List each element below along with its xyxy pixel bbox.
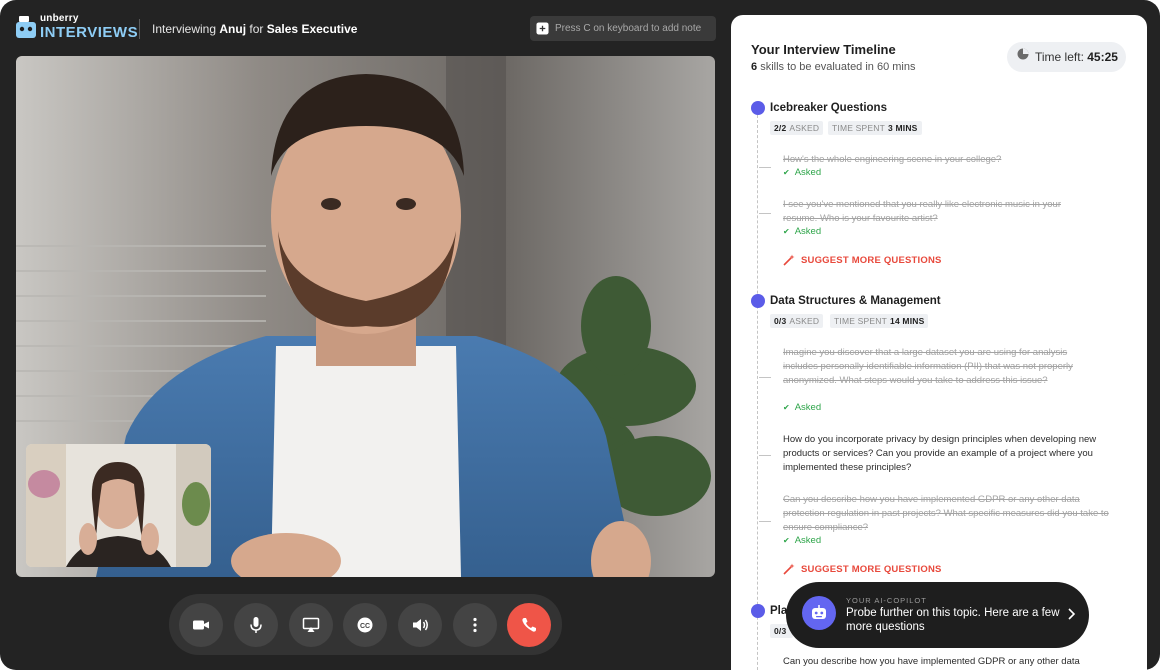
end-call-icon <box>522 618 536 632</box>
suggest-label: SUGGEST MORE QUESTIONS <box>801 563 942 575</box>
microphone-icon <box>250 617 262 633</box>
question-connector <box>759 377 771 378</box>
more-options-button[interactable] <box>453 603 497 647</box>
question-text[interactable]: Imagine you discover that a large datase… <box>783 346 1073 388</box>
screen-share-icon <box>302 617 320 632</box>
section-title[interactable]: Pla <box>770 605 787 617</box>
robot-glyph <box>812 605 826 619</box>
header-divider <box>139 19 140 39</box>
timeline-subtitle: 6 skills to be evaluated in 60 mins <box>751 61 916 73</box>
self-view-video[interactable] <box>26 444 211 567</box>
question-text-current[interactable]: How do you incorporate privacy by design… <box>783 433 1123 475</box>
copilot-label: YOUR AI-COPILOT <box>846 596 927 605</box>
note-hint-text: Press C on keyboard to add note <box>555 23 702 34</box>
question-text[interactable]: Can you describe how you have implemente… <box>783 655 1123 669</box>
asked-badge: 0/3 ASKED <box>770 314 824 328</box>
question-text[interactable]: Can you describe how you have implemente… <box>783 493 1123 535</box>
question-connector <box>759 455 771 456</box>
check-icon: ✔ <box>783 168 790 177</box>
time-spent-label: TIME SPENT <box>834 316 888 326</box>
suggest-label: SUGGEST MORE QUESTIONS <box>801 254 942 266</box>
asked-status-text: Asked <box>794 167 822 178</box>
skills-count: 6 <box>751 61 758 73</box>
camera-button[interactable] <box>179 603 223 647</box>
check-icon: ✔ <box>783 227 790 236</box>
asked-status: ✔ Asked <box>783 402 821 413</box>
captions-button[interactable]: CC <box>343 603 387 647</box>
timeline-line <box>757 115 758 670</box>
unberry-logo: unberry INTERVIEWS <box>16 14 138 40</box>
logo-wordmark-top: unberry <box>40 13 79 24</box>
asked-status-text: Asked <box>794 402 822 413</box>
asked-count: 0/3 <box>774 626 787 636</box>
time-spent-value: 3 MINS <box>888 123 918 133</box>
end-call-button[interactable] <box>507 603 551 647</box>
time-spent-badge: TIME SPENT 3 MINS <box>828 121 922 135</box>
question-connector <box>759 213 771 214</box>
section-dot <box>751 101 765 115</box>
time-spent-label: TIME SPENT <box>832 123 886 133</box>
timer-label: Time left: <box>1035 50 1084 64</box>
question-text[interactable]: How's the whole engineering scene in you… <box>783 153 1073 167</box>
time-spent-badge: TIME SPENT 14 MINS <box>830 314 929 328</box>
asked-count: 2/2 <box>774 123 787 133</box>
section-dot <box>751 604 765 618</box>
role-name: Sales Executive <box>266 22 358 36</box>
screen-share-button[interactable] <box>289 603 333 647</box>
more-options-icon <box>473 617 477 633</box>
section-title[interactable]: Icebreaker Questions <box>770 102 887 114</box>
microphone-button[interactable] <box>234 603 278 647</box>
interview-timeline-panel: Your Interview Timeline 6 skills to be e… <box>731 15 1147 670</box>
captions-icon: CC <box>357 617 373 633</box>
camera-icon <box>193 620 209 630</box>
robot-icon <box>802 596 836 630</box>
question-text[interactable]: I see you've mentioned that you really l… <box>783 198 1073 226</box>
asked-status: ✔ Asked <box>783 167 821 178</box>
question-connector <box>759 167 771 168</box>
magic-wand-icon <box>783 563 795 575</box>
interview-title: Interviewing Anuj for Sales Executive <box>152 22 357 36</box>
asked-count: 0/3 <box>774 316 787 326</box>
question-connector <box>759 521 771 522</box>
speaker-button[interactable] <box>398 603 442 647</box>
title-for: for <box>249 22 264 36</box>
timer-text: Time left: 45:25 <box>1035 50 1118 64</box>
section-title[interactable]: Data Structures & Management <box>770 295 941 307</box>
title-prefix: Interviewing <box>152 22 217 36</box>
asked-label: ASKED <box>789 316 820 326</box>
check-icon: ✔ <box>783 536 790 545</box>
asked-status-text: Asked <box>794 226 822 237</box>
speaker-icon <box>413 619 428 631</box>
timer-icon <box>1017 48 1029 60</box>
logo-mark-icon <box>16 16 36 38</box>
svg-text:CC: CC <box>360 623 370 630</box>
asked-badge: 2/2 ASKED <box>770 121 824 135</box>
copilot-message: Probe further on this topic. Here are a … <box>846 607 1060 633</box>
asked-status-text: Asked <box>794 535 822 546</box>
suggest-more-questions-button[interactable]: SUGGEST MORE QUESTIONS <box>783 563 942 575</box>
chevron-right-icon[interactable] <box>1066 604 1078 624</box>
asked-status: ✔ Asked <box>783 226 821 237</box>
ai-copilot-toast[interactable]: YOUR AI-COPILOT Probe further on this to… <box>786 582 1089 648</box>
candidate-name: Anuj <box>219 22 247 36</box>
section-dot <box>751 294 765 308</box>
timeline-title: Your Interview Timeline <box>751 42 896 57</box>
check-icon: ✔ <box>783 403 790 412</box>
magic-wand-icon <box>783 254 795 266</box>
time-spent-value: 14 MINS <box>890 316 925 326</box>
skills-text: skills to be evaluated in 60 mins <box>760 61 916 73</box>
asked-status: ✔ Asked <box>783 535 821 546</box>
add-note-hint[interactable]: Press C on keyboard to add note <box>530 16 716 41</box>
call-controls: CC <box>169 594 562 655</box>
suggest-more-questions-button[interactable]: SUGGEST MORE QUESTIONS <box>783 254 942 266</box>
timer-value: 45:25 <box>1087 50 1118 64</box>
note-icon <box>536 22 549 35</box>
logo-wordmark-bottom: INTERVIEWS <box>40 24 139 41</box>
asked-label: ASKED <box>789 123 820 133</box>
time-left-badge: Time left: 45:25 <box>1007 42 1126 72</box>
self-view-frame <box>26 444 211 567</box>
